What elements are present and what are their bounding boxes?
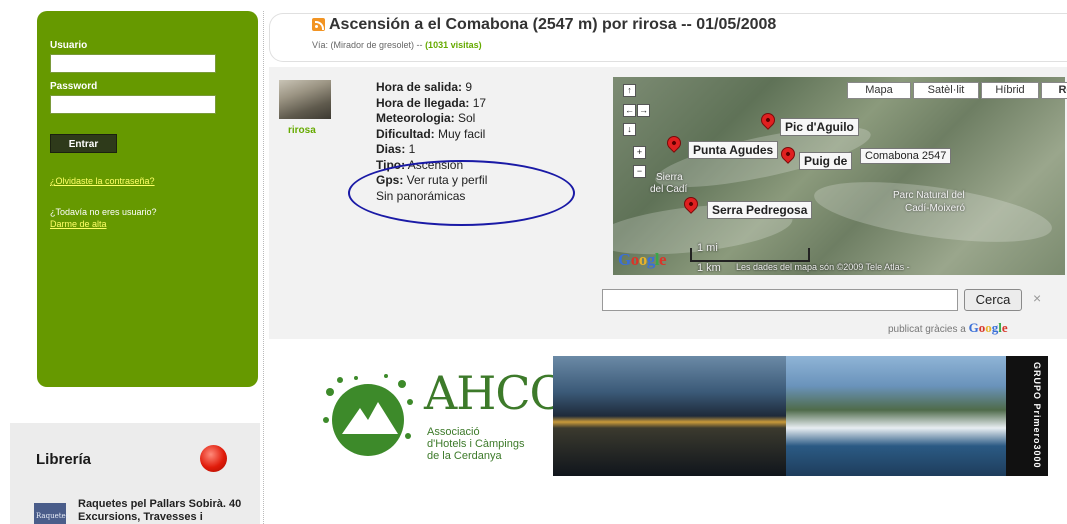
map-text-cadi-moixero: Cadí-Moixeró — [905, 203, 966, 214]
grupo-text: GRUPO Primero3000 — [1032, 361, 1042, 469]
highlight-ellipse — [348, 160, 575, 226]
scale-km: 1 km — [697, 262, 721, 274]
detail-meteo: Meteorologia: Sol — [376, 111, 476, 125]
google-logo: Google — [618, 250, 667, 269]
detail-llegada: Hora de llegada: 17 — [376, 95, 487, 110]
author-avatar[interactable] — [279, 80, 331, 119]
map-text-parc: Parc Natural del — [893, 190, 965, 201]
map-label-punta-agudes: Punta Agudes — [688, 141, 779, 159]
pan-right-icon[interactable]: → — [637, 104, 650, 117]
map-label-pic-aguilo: Pic d'Aguilo — [780, 118, 859, 136]
banner-photo-lake — [786, 356, 1006, 476]
pan-left-icon[interactable]: ← — [623, 104, 636, 117]
password-input[interactable] — [50, 95, 216, 114]
rss-icon[interactable] — [312, 18, 325, 31]
detail-dias: Dias: 1 — [376, 142, 416, 156]
google-small-logo: Google — [968, 320, 1008, 335]
route-title: Ascensión a el Comabona (2547 m) por rir… — [329, 16, 777, 33]
search-input[interactable] — [602, 289, 958, 311]
signup-link[interactable]: Darme de alta — [50, 219, 107, 229]
pan-down-icon[interactable]: ↓ — [623, 123, 636, 136]
map-tab-mapa[interactable]: Mapa — [847, 82, 911, 99]
libreria-title: Librería — [36, 451, 92, 468]
map-label-serra-pedregosa: Serra Pedregosa — [707, 201, 813, 219]
detail-dificultad: Dificultad: Muy facil — [376, 126, 486, 141]
scale-mi: 1 mi — [697, 242, 718, 254]
via-text: Vía: (Mirador de gresolet) -- — [312, 40, 423, 50]
book-thumbnail[interactable]: Raquetes — [34, 503, 69, 524]
not-user-text: ¿Todavía no eres usuario? — [50, 207, 157, 217]
close-icon[interactable]: × — [1033, 290, 1041, 306]
published-by: publicat gràcies a Google — [888, 320, 1008, 335]
map-text-sierra: Sierra — [656, 172, 683, 183]
map-text-del-cadi: del Cadí — [650, 184, 688, 195]
banner-photo-night — [553, 356, 788, 476]
login-panel: Usuario Password Entrar ¿Olvidaste la co… — [37, 11, 258, 387]
map-label-puig-de: Puig de — [799, 152, 853, 170]
libreria-box: Librería Raquetes Raquetes pel Pallars S… — [10, 423, 260, 524]
user-label: Usuario — [50, 40, 88, 51]
route-via: Vía: (Mirador de gresolet) -- (1031 visi… — [312, 40, 482, 50]
content-divider — [263, 11, 264, 524]
map-tab-satellit[interactable]: Satèl·lit — [913, 82, 979, 99]
user-input[interactable] — [50, 54, 216, 73]
book-title-link[interactable]: Raquetes pel Pallars Sobirà. 40 Excursio… — [78, 498, 258, 524]
enter-button[interactable]: Entrar — [50, 134, 117, 153]
forgot-password-link[interactable]: ¿Olvidaste la contraseña? — [50, 176, 155, 186]
pan-up-icon[interactable]: ↑ — [623, 84, 636, 97]
zoom-in-icon[interactable]: + — [633, 146, 646, 159]
red-ball-icon — [200, 445, 227, 472]
search-button[interactable]: Cerca — [964, 289, 1022, 311]
map-type-tabs: Mapa Satèl·lit Híbrid Relleu — [845, 82, 1067, 99]
visits-count: (1031 visitas) — [425, 40, 482, 50]
ahcc-logo-icon — [323, 374, 413, 456]
map-copyright: Les dades del mapa són ©2009 Tele Atlas … — [736, 262, 910, 272]
password-label: Password — [50, 81, 98, 92]
map-tab-hibrid[interactable]: Híbrid — [981, 82, 1039, 99]
map-label-comabona: Comabona 2547 — [860, 148, 952, 164]
map-tab-relleu[interactable]: Relleu — [1041, 82, 1067, 99]
ahcc-subtitle: Associació d'Hotels i Càmpings de la Cer… — [427, 426, 525, 462]
zoom-out-icon[interactable]: − — [633, 165, 646, 178]
ahcc-wordmark: AHCC — [424, 366, 565, 420]
detail-salida: Hora de salida: 9 — [376, 80, 473, 94]
author-name[interactable]: rirosa — [288, 125, 316, 136]
